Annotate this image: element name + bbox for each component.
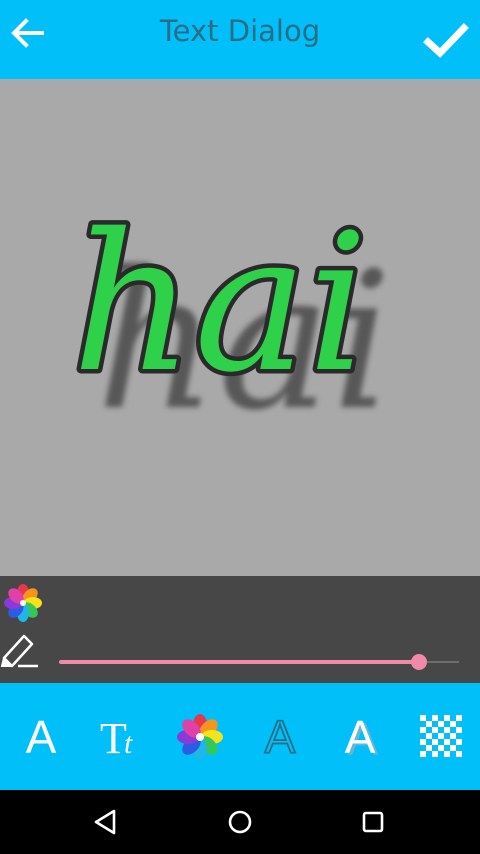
- text-canvas[interactable]: hai hai: [0, 79, 480, 576]
- nav-home-button[interactable]: [220, 802, 260, 842]
- svg-text:A: A: [26, 711, 57, 763]
- text-shadow-button[interactable]: A A: [328, 705, 392, 769]
- color-flower-icon: [4, 584, 42, 622]
- svg-text:A: A: [345, 711, 376, 763]
- confirm-button[interactable]: [420, 16, 472, 64]
- font-style-button[interactable]: A: [9, 705, 73, 769]
- svg-text:T: T: [100, 714, 127, 763]
- styled-text: hai: [67, 189, 372, 419]
- page-title: Text Dialog: [159, 14, 321, 48]
- text-size-icon: T t: [100, 714, 133, 763]
- text-size-button[interactable]: T t: [88, 705, 152, 769]
- text-preview[interactable]: hai hai: [0, 79, 480, 576]
- font-style-icon: A: [26, 711, 57, 763]
- text-outline-icon: A: [264, 710, 297, 764]
- svg-text:t: t: [124, 727, 133, 760]
- text-shadow-icon: A A: [345, 711, 379, 765]
- background-pattern-button[interactable]: [408, 705, 472, 769]
- text-color-icon: [177, 714, 223, 760]
- eraser-button[interactable]: [0, 628, 42, 670]
- opacity-slider-thumb[interactable]: [411, 654, 427, 670]
- text-outline-button[interactable]: A: [248, 705, 312, 769]
- opacity-slider-track[interactable]: [59, 660, 419, 664]
- triangle-back-icon: [94, 809, 116, 835]
- system-nav-bar: [0, 790, 480, 854]
- circle-home-icon: [228, 810, 252, 834]
- nav-back-button[interactable]: [86, 802, 126, 842]
- text-color-button[interactable]: [168, 705, 232, 769]
- checkmark-icon: [423, 23, 469, 58]
- app-bar: Text Dialog: [0, 0, 480, 79]
- canvas-text: hai: [72, 193, 368, 414]
- highlighter-icon: [0, 634, 38, 668]
- background-pattern-icon: [420, 715, 462, 757]
- color-panel: [0, 576, 480, 683]
- svg-text:A: A: [265, 711, 296, 763]
- square-recents-icon: [362, 811, 384, 833]
- color-picker-button[interactable]: [2, 582, 44, 624]
- tool-bar: A T t A A A: [0, 683, 480, 790]
- nav-recents-button[interactable]: [353, 802, 393, 842]
